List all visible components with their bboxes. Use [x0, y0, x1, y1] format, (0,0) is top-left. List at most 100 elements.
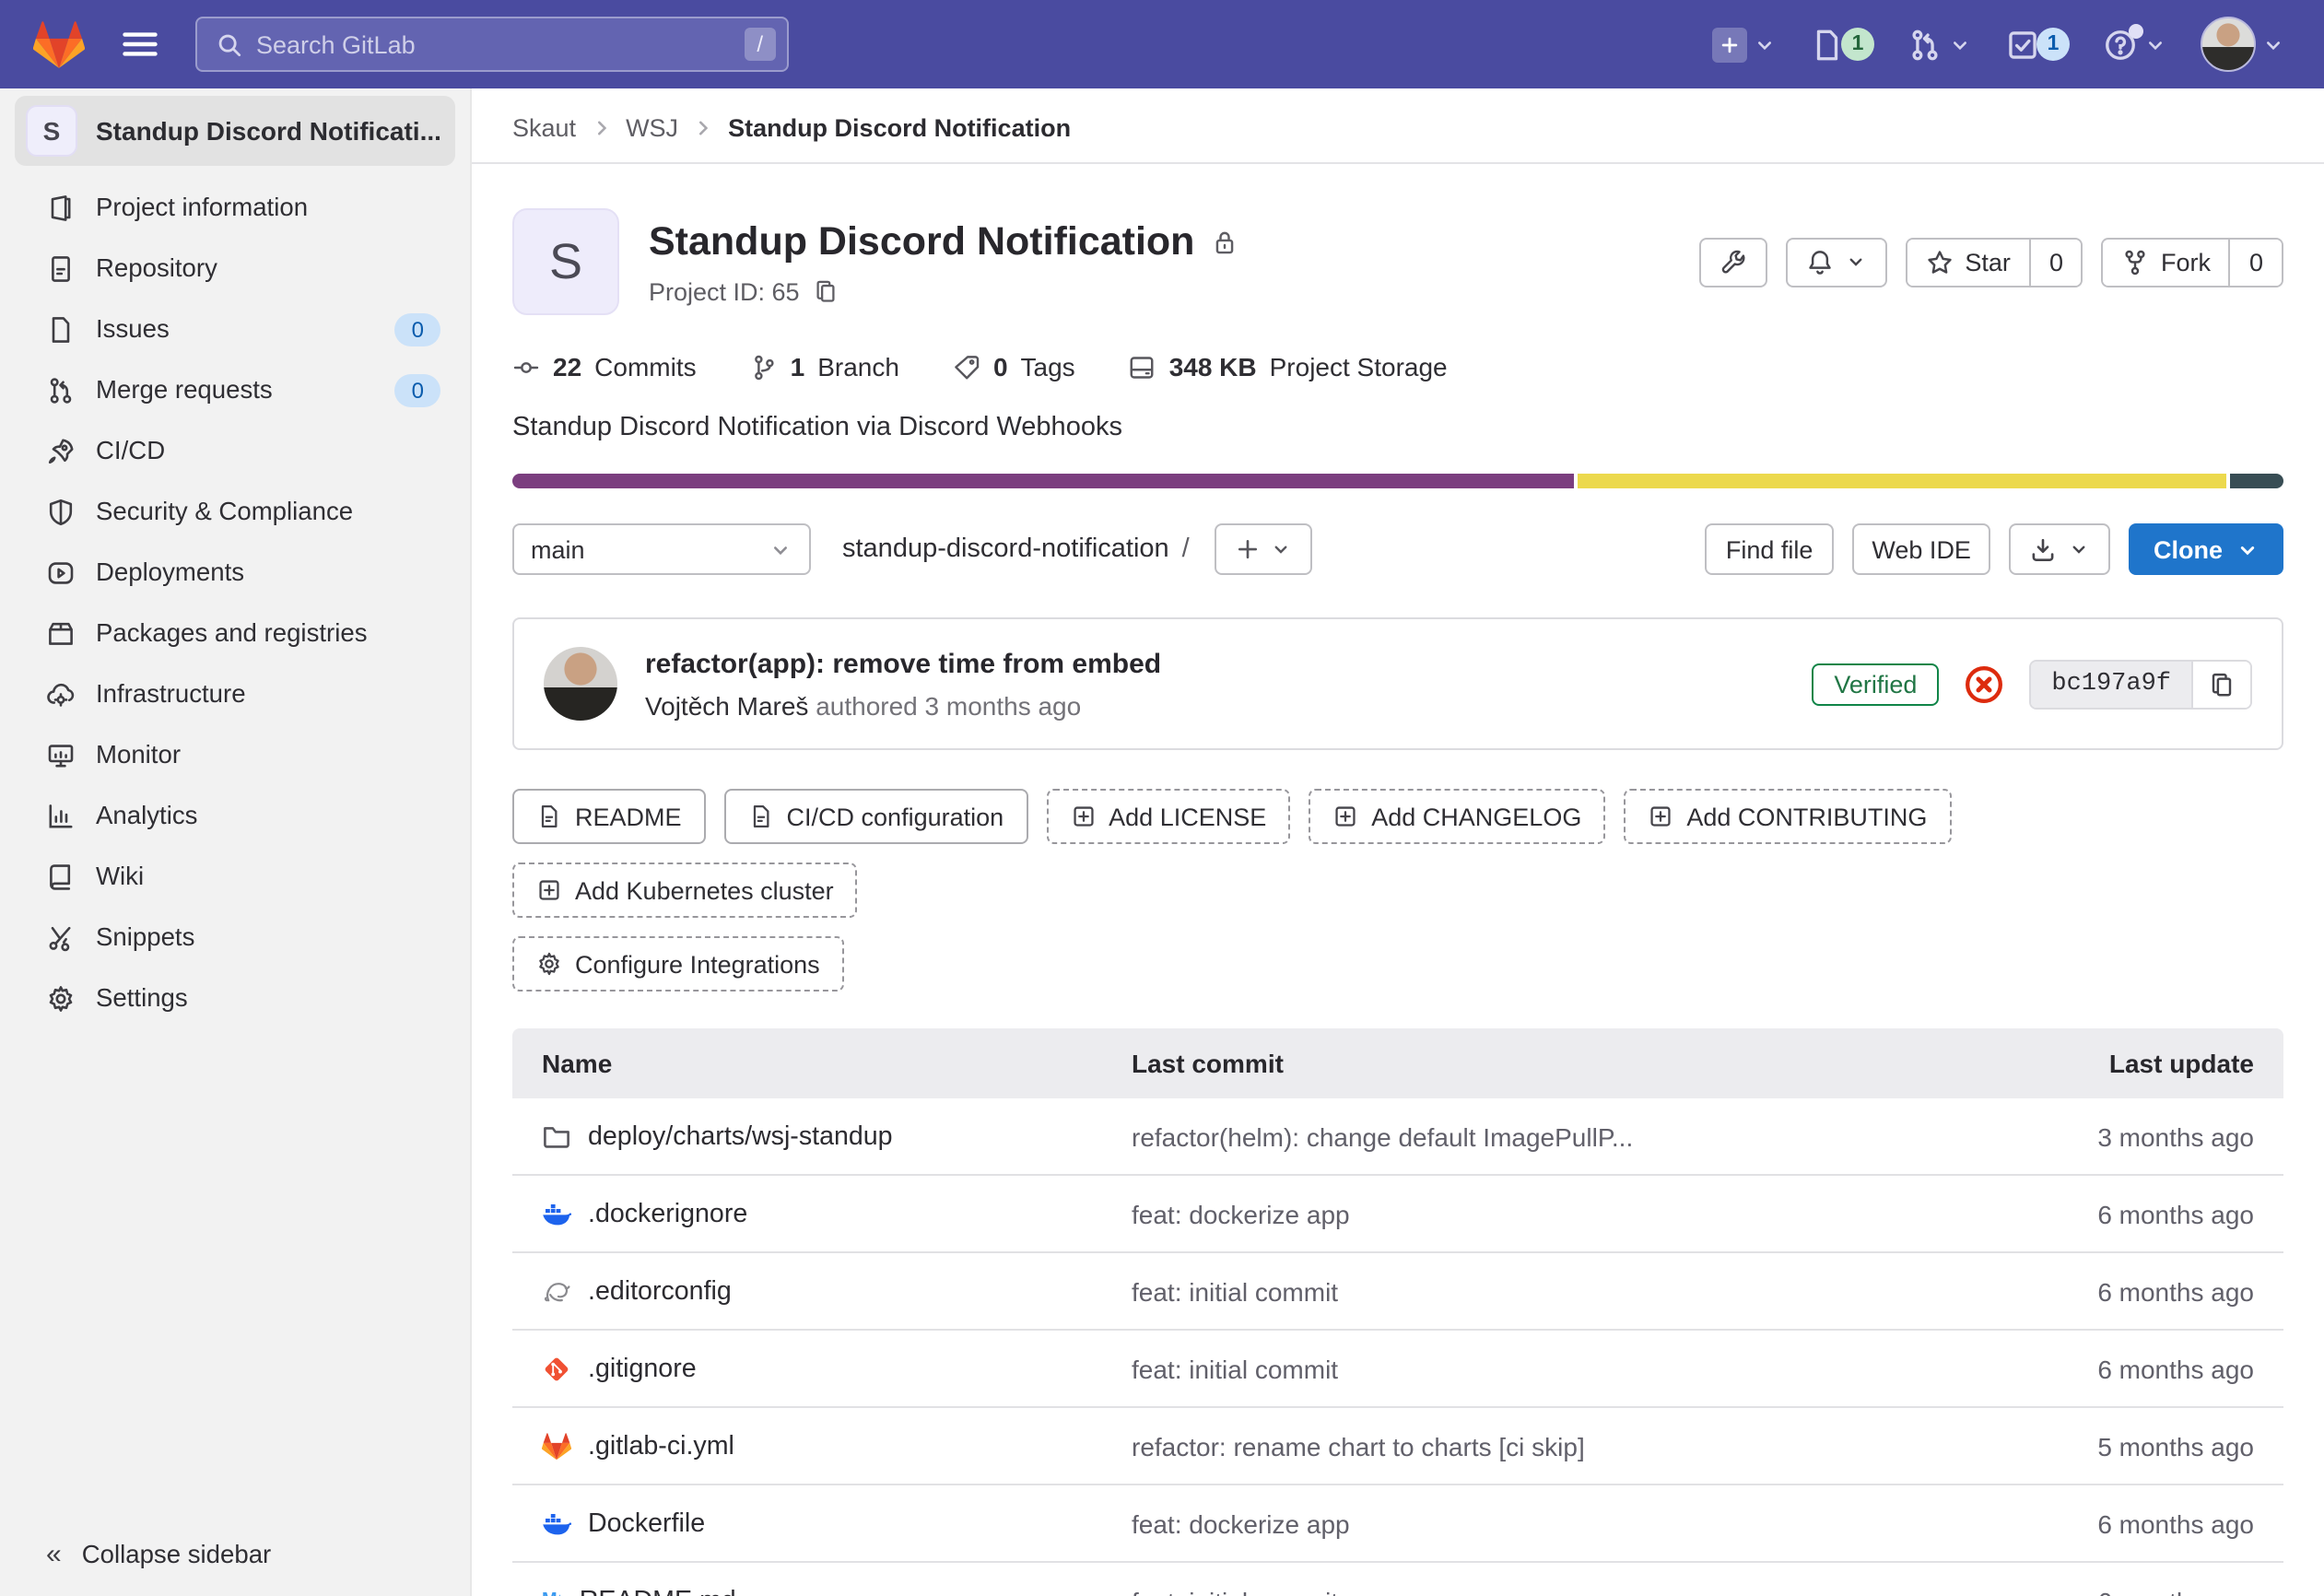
commit-message-link[interactable]: refactor: rename chart to charts [ci ski… — [1132, 1431, 1885, 1461]
fork-button-group: Fork 0 — [2102, 237, 2283, 287]
help-menu-button[interactable] — [2094, 19, 2177, 69]
add-kubernetes-cluster-button[interactable]: Add Kubernetes cluster — [512, 863, 858, 918]
notifications-button[interactable] — [1786, 237, 1887, 287]
add-license-button[interactable]: Add LICENSE — [1046, 789, 1290, 844]
admin-wrench-button[interactable] — [1699, 237, 1767, 287]
file-tree-table: Name Last commit Last update deploy/char… — [512, 1028, 2283, 1596]
sidebar-item-settings[interactable]: Settings — [0, 968, 470, 1028]
commit-message-link[interactable]: feat: dockerize app — [1132, 1508, 1885, 1538]
commit-author-name[interactable]: Vojtěch Mareš — [645, 690, 808, 720]
todos-button[interactable]: 1 — [1996, 19, 2079, 69]
sidebar-item-packages-registries[interactable]: Packages and registries — [0, 603, 470, 663]
file-link[interactable]: Dockerfile — [542, 1508, 1132, 1538]
sidebar-item-security-compliance[interactable]: Security & Compliance — [0, 481, 470, 542]
commit-message-link[interactable]: feat: initial commit — [1132, 1276, 1885, 1306]
language-segment — [1578, 474, 2226, 488]
star-count[interactable]: 0 — [2029, 239, 2082, 285]
col-name: Name — [542, 1049, 1132, 1078]
readme-button[interactable]: README — [512, 789, 706, 844]
commits-stat[interactable]: 22Commits — [512, 352, 697, 381]
gitlab-logo-icon[interactable] — [33, 19, 85, 69]
wrench-icon — [1720, 248, 1747, 276]
commit-message-link[interactable]: feat: dockerize app — [1132, 1199, 1885, 1228]
sidebar-item-wiki[interactable]: Wiki — [0, 846, 470, 907]
copy-sha-button[interactable] — [2191, 661, 2250, 707]
repo-path-root[interactable]: standup-discord-notification — [842, 534, 1169, 564]
breadcrumb-subgroup[interactable]: WSJ — [626, 114, 678, 142]
project-title: Standup Discord Notification — [649, 218, 1194, 264]
breadcrumb-group[interactable]: Skaut — [512, 114, 576, 142]
user-menu-button[interactable] — [2191, 9, 2295, 79]
sidebar-item-cicd[interactable]: CI/CD — [0, 420, 470, 481]
repository-icon — [46, 253, 76, 283]
new-menu-button[interactable] — [1703, 19, 1786, 69]
copy-icon[interactable] — [813, 278, 839, 304]
file-link[interactable]: .editorconfig — [542, 1276, 1132, 1306]
file-link[interactable]: deploy/charts/wsj-standup — [542, 1121, 1132, 1151]
configure-integrations-button[interactable]: Configure Integrations — [512, 936, 844, 992]
chevron-down-icon — [2236, 537, 2259, 561]
add-contributing-button[interactable]: Add CONTRIBUTING — [1624, 789, 1951, 844]
breadcrumb-divider — [472, 162, 2324, 164]
clone-button[interactable]: Clone — [2130, 523, 2283, 575]
menu-icon[interactable] — [120, 24, 160, 65]
sidebar-item-snippets[interactable]: Snippets — [0, 907, 470, 968]
collapse-sidebar-button[interactable]: « Collapse sidebar — [46, 1539, 271, 1570]
file-link[interactable]: M↓ README.md — [542, 1586, 1132, 1596]
add-file-dropdown[interactable] — [1215, 523, 1313, 575]
commit-title[interactable]: refactor(app): remove time from embed — [645, 648, 1161, 679]
chevron-down-icon — [1753, 32, 1777, 56]
shield-icon — [46, 497, 76, 526]
sidebar-item-infrastructure[interactable]: Infrastructure — [0, 663, 470, 724]
sidebar-item-deployments[interactable]: Deployments — [0, 542, 470, 603]
search-input[interactable] — [256, 30, 731, 58]
table-row: deploy/charts/wsj-standup refactor(helm)… — [512, 1098, 2283, 1176]
commit-message-link[interactable]: refactor(helm): change default ImagePull… — [1132, 1121, 1885, 1151]
top-navbar: / 1 1 — [0, 0, 2324, 88]
project-description: Standup Discord Notification via Discord… — [512, 413, 2283, 442]
web-ide-button[interactable]: Web IDE — [1851, 523, 1991, 575]
cicd-configuration-button[interactable]: CI/CD configuration — [724, 789, 1028, 844]
last-update: 3 months ago — [1885, 1121, 2254, 1151]
rocket-icon — [46, 436, 76, 465]
chevron-down-icon — [2143, 32, 2167, 56]
download-icon — [2030, 535, 2058, 563]
branch-selector[interactable]: main — [512, 523, 811, 575]
commit-message-link[interactable]: feat: initial commit — [1132, 1586, 1885, 1596]
pipeline-failed-icon[interactable] — [1963, 663, 2005, 705]
sidebar-item-project-information[interactable]: Project information — [0, 177, 470, 238]
repo-toolbar: main standup-discord-notification / Find… — [512, 523, 2283, 575]
language-bar[interactable] — [512, 474, 2283, 488]
sidebar-item-analytics[interactable]: Analytics — [0, 785, 470, 846]
file-link[interactable]: .gitlab-ci.yml — [542, 1431, 1132, 1461]
commit-author-avatar[interactable] — [544, 647, 617, 721]
verified-badge[interactable]: Verified — [1812, 663, 1939, 705]
branches-stat[interactable]: 1Branch — [750, 352, 899, 381]
search-bar[interactable]: / — [195, 17, 789, 72]
find-file-button[interactable]: Find file — [1706, 523, 1834, 575]
sidebar-item-monitor[interactable]: Monitor — [0, 724, 470, 785]
merge-requests-menu-button[interactable] — [1898, 19, 1981, 69]
issues-dashboard-button[interactable]: 1 — [1801, 19, 1884, 69]
add-changelog-button[interactable]: Add CHANGELOG — [1309, 789, 1605, 844]
sidebar-item-repository[interactable]: Repository — [0, 238, 470, 299]
project-information-icon — [46, 193, 76, 222]
commit-message-link[interactable]: feat: initial commit — [1132, 1354, 1885, 1383]
storage-stat[interactable]: 348 KBProject Storage — [1129, 352, 1448, 381]
commit-authored-ago: authored 3 months ago — [816, 690, 1081, 720]
file-link[interactable]: .gitignore — [542, 1354, 1132, 1383]
star-button[interactable]: Star — [1907, 239, 2029, 285]
sidebar-context-header[interactable]: S Standup Discord Notificati... — [15, 96, 455, 166]
fork-count[interactable]: 0 — [2229, 239, 2282, 285]
sidebar-item-issues[interactable]: Issues 0 — [0, 299, 470, 359]
table-row: .gitignore feat: initial commit 6 months… — [512, 1331, 2283, 1408]
sidebar-item-merge-requests[interactable]: Merge requests 0 — [0, 359, 470, 420]
chevron-down-icon — [769, 537, 792, 561]
breadcrumb-project[interactable]: Standup Discord Notification — [728, 114, 1071, 142]
issues-count-badge: 1 — [1841, 28, 1874, 61]
file-link[interactable]: .dockerignore — [542, 1199, 1132, 1228]
tags-stat[interactable]: 0Tags — [953, 352, 1075, 381]
download-source-button[interactable] — [2010, 523, 2111, 575]
fork-button[interactable]: Fork — [2104, 239, 2229, 285]
user-avatar — [2201, 17, 2256, 72]
